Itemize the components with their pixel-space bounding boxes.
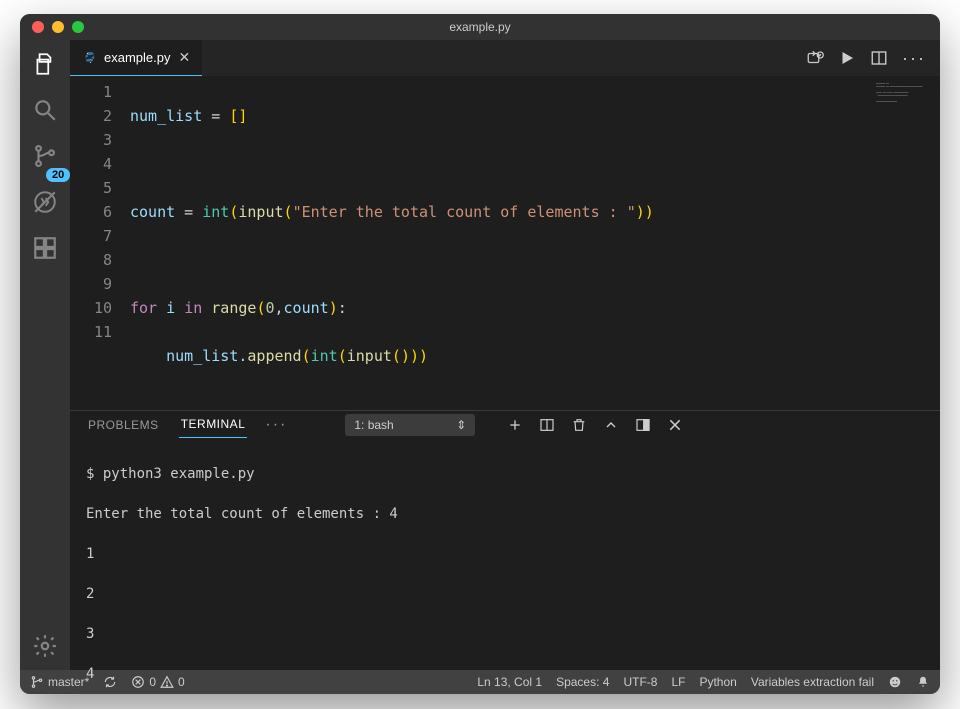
terminal-line: 2 (86, 584, 924, 604)
terminal-line: 1 (86, 544, 924, 564)
split-editor-icon[interactable] (870, 49, 888, 67)
code-content[interactable]: num_list = [] count = int(input("Enter t… (130, 76, 870, 410)
editor-tab-example-py[interactable]: example.py ✕ (70, 40, 202, 76)
python-file-icon (82, 51, 96, 65)
panel-layout-icon[interactable] (635, 417, 651, 433)
terminal-line: $ python3 example.py (86, 464, 924, 484)
search-icon[interactable] (31, 96, 59, 124)
editor-tab-label: example.py (104, 50, 170, 65)
debug-icon[interactable] (31, 188, 59, 216)
titlebar: example.py (20, 14, 940, 40)
panel-tab-terminal[interactable]: TERMINAL (179, 411, 248, 438)
window-title: example.py (20, 20, 940, 34)
extensions-icon[interactable] (31, 234, 59, 262)
editor-tabbar: example.py ✕ ··· (70, 40, 940, 76)
new-terminal-icon[interactable] (507, 417, 523, 433)
panel-more-tabs-icon[interactable]: ··· (265, 416, 287, 434)
chevron-updown-icon: ⇕ (456, 418, 466, 432)
source-control-badge: 20 (46, 168, 70, 182)
minimap-content: ▬▬▬ ▬ ▬▬▬ ▬ ▬▬▬▬▬▬▬▬▬▬▬ ▬▬ ▬ ▬▬ ▬▬▬▬▬ ▬▬… (876, 82, 934, 103)
minimap[interactable]: ▬▬▬ ▬ ▬▬▬ ▬ ▬▬▬▬▬▬▬▬▬▬▬ ▬▬ ▬ ▬▬ ▬▬▬▬▬ ▬▬… (870, 76, 940, 410)
maximize-panel-icon[interactable] (603, 417, 619, 433)
settings-gear-icon[interactable] (31, 632, 59, 660)
activity-bar: 20 (20, 40, 70, 670)
line-number-gutter: 1 2 3 4 5 6 7 8 9 10 11 (70, 76, 130, 410)
compare-changes-icon[interactable] (806, 49, 824, 67)
panel-tab-problems[interactable]: PROBLEMS (86, 412, 161, 438)
terminal-selector-label: 1: bash (354, 418, 393, 432)
source-control-icon[interactable] (31, 142, 59, 170)
close-tab-icon[interactable]: ✕ (178, 49, 190, 66)
terminal-line: Enter the total count of elements : 4 (86, 504, 924, 524)
bottom-panel: PROBLEMS TERMINAL ··· 1: bash ⇕ (70, 410, 940, 670)
vscode-window: example.py 20 (20, 14, 940, 694)
split-terminal-icon[interactable] (539, 417, 555, 433)
explorer-icon[interactable] (31, 50, 59, 78)
code-editor[interactable]: 1 2 3 4 5 6 7 8 9 10 11 num_list = [] co… (70, 76, 870, 410)
terminal-selector-dropdown[interactable]: 1: bash ⇕ (345, 414, 475, 436)
close-panel-icon[interactable] (667, 417, 683, 433)
run-file-icon[interactable] (838, 49, 856, 67)
more-actions-icon[interactable]: ··· (902, 48, 926, 69)
terminal[interactable]: $ python3 example.py Enter the total cou… (70, 438, 940, 694)
terminal-line: 4 (86, 664, 924, 684)
editor-tab-actions: ··· (806, 40, 940, 76)
terminal-line: 3 (86, 624, 924, 644)
kill-terminal-icon[interactable] (571, 417, 587, 433)
git-branch-icon (30, 675, 44, 689)
